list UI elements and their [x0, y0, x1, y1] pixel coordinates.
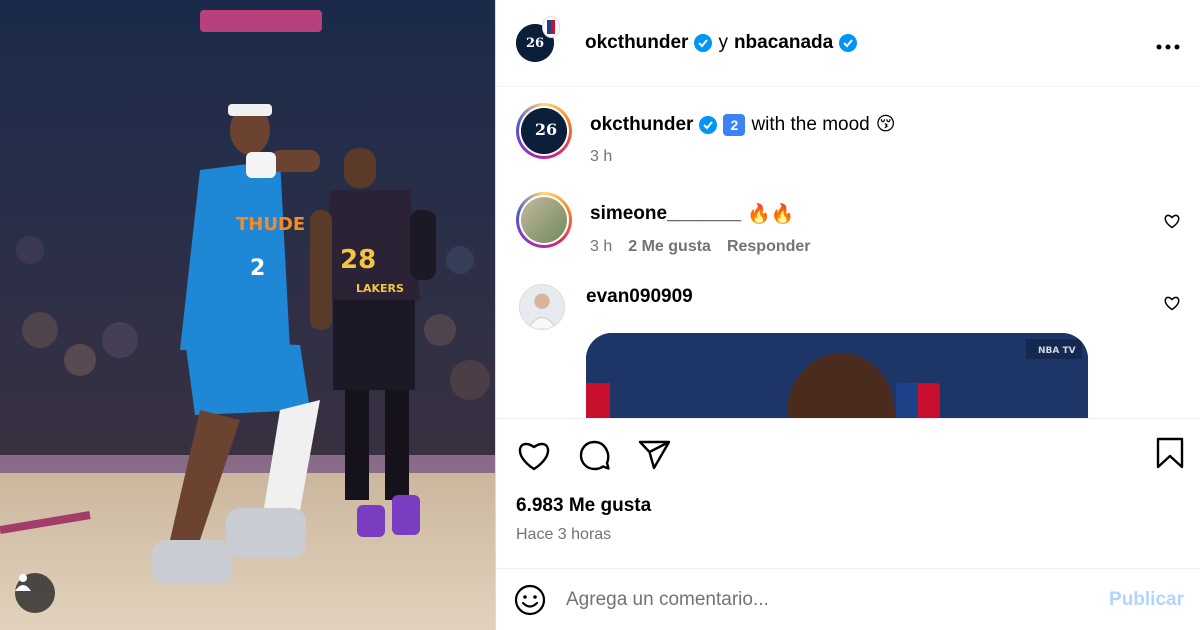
user-tag-button[interactable] [15, 573, 55, 613]
caption-avatar[interactable]: 26 [516, 103, 572, 159]
post-header: 26 okcthunder y nbacanada [496, 0, 1200, 87]
user-avatar-image [521, 197, 567, 243]
comments-list[interactable]: 26 okcthunder 2 with the mood 😚 3 h sime… [496, 87, 1200, 418]
comment-username[interactable]: simeone_______ [590, 203, 741, 225]
comment-icon [579, 440, 610, 470]
comment-time[interactable]: 3 h [590, 238, 612, 256]
press-conference-video: NBA TV [586, 333, 1088, 418]
caption-username[interactable]: okcthunder [590, 114, 693, 136]
verified-badge-icon [839, 34, 858, 52]
more-icon [1156, 44, 1180, 50]
comment-button[interactable] [576, 437, 612, 473]
comment-avatar[interactable] [519, 284, 565, 330]
comment-item: simeone_______ 🔥🔥 3 h 2 Me gusta Respond… [516, 192, 1180, 256]
player-jersey-text: THUDE [236, 214, 305, 235]
instagram-post-modal: 28 LAKERS THUDE 2 26 okcthunder y nbacan… [0, 0, 1200, 630]
share-icon [638, 440, 670, 470]
author-username[interactable]: okcthunder [585, 32, 688, 54]
like-button[interactable] [516, 437, 552, 473]
comment-video-thumbnail[interactable]: NBA TV [586, 333, 1088, 418]
user-tag-icon [15, 574, 31, 591]
reply-button[interactable]: Responder [727, 238, 811, 256]
user-avatar-image [520, 285, 564, 329]
comment-avatar[interactable] [516, 192, 572, 248]
post-actions: 6.983 Me gusta Hace 3 horas [496, 418, 1200, 568]
post-timestamp[interactable]: Hace 3 horas [516, 526, 1180, 544]
collaborator-username[interactable]: nbacanada [734, 32, 833, 54]
verified-badge-icon [694, 34, 713, 52]
kissing-face-emoji: 😚 [875, 114, 896, 135]
svg-text:2: 2 [250, 256, 265, 281]
caption-time[interactable]: 3 h [590, 148, 612, 166]
heart-icon [518, 442, 550, 470]
nba-tv-badge: NBA TV [1038, 346, 1076, 356]
svg-text:26: 26 [526, 36, 544, 51]
basketball-photo: 28 LAKERS THUDE 2 [0, 0, 495, 630]
share-button[interactable] [636, 437, 672, 473]
likes-count[interactable]: 6.983 Me gusta [516, 495, 1180, 517]
keycap-two-emoji: 2 [723, 113, 746, 136]
heart-icon[interactable] [1164, 296, 1180, 311]
comment-likes[interactable]: 2 Me gusta [628, 238, 711, 256]
comment-input[interactable] [566, 588, 1110, 611]
save-button[interactable] [1156, 437, 1184, 474]
player-number-28: 28 [340, 245, 376, 275]
caption-item: 26 okcthunder 2 with the mood 😚 3 h [516, 103, 1180, 166]
post-image[interactable]: 28 LAKERS THUDE 2 [0, 0, 495, 630]
verified-badge-icon [699, 115, 718, 134]
nba-logo-icon [542, 16, 560, 38]
svg-text:26: 26 [535, 120, 557, 139]
comment-composer: Publicar [496, 568, 1200, 630]
conjunction-text: y [718, 32, 728, 53]
bookmark-icon [1156, 437, 1184, 469]
okc-playoffs-logo: 26 [521, 108, 567, 154]
comment-username[interactable]: evan090909 [586, 286, 693, 308]
author-avatar[interactable]: 26 [516, 16, 560, 62]
publish-button[interactable]: Publicar [1109, 589, 1184, 611]
more-options-button[interactable] [1156, 32, 1180, 54]
emoji-icon[interactable] [514, 584, 546, 616]
svg-text:LAKERS: LAKERS [356, 282, 404, 295]
heart-icon[interactable] [1164, 214, 1180, 229]
fire-emoji: 🔥🔥 [747, 204, 795, 225]
caption-text: with the mood [751, 113, 870, 135]
post-details-panel: 26 okcthunder y nbacanada 26 okcthunder … [495, 0, 1200, 630]
comment-item: evan090909 [516, 284, 1180, 330]
